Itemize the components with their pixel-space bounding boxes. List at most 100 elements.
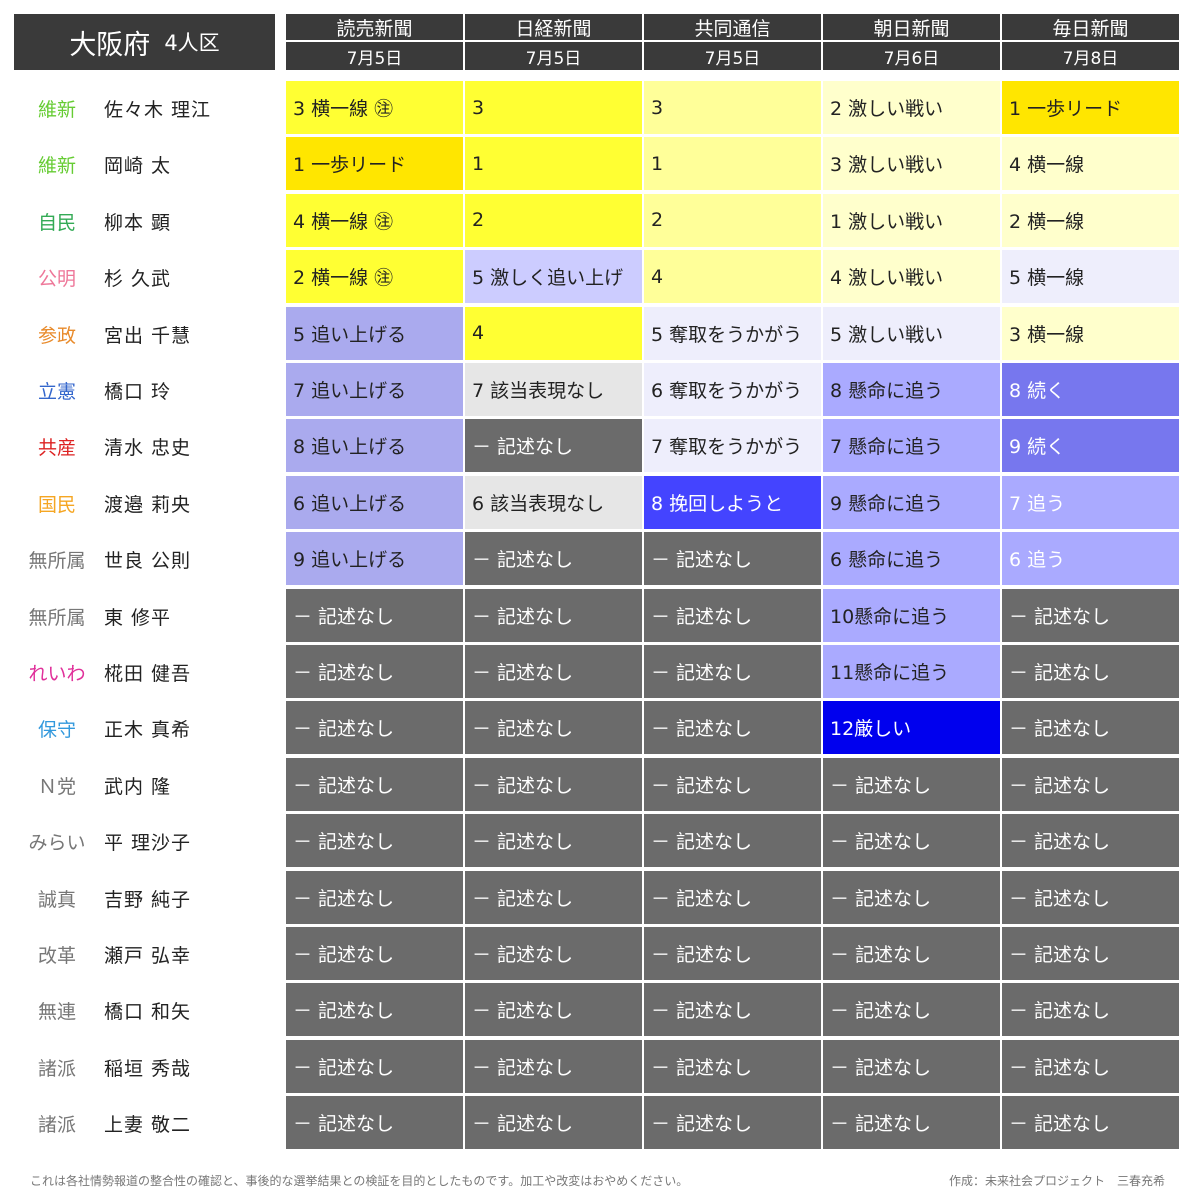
party-label: 諸派 [37,1114,76,1137]
footer-note: これは各社情勢報道の整合性の確認と、事後的な選挙結果との検証を目的としたものです… [30,1174,689,1188]
forecast-cell: － 記述なし [465,532,642,586]
party-label: れいわ [28,663,86,685]
party-label: 無所属 [28,550,86,573]
forecast-cell: 9 追い上げる [286,532,463,586]
footer-credit: 作成：未来社会プロジェクト 三春充希 [948,1174,1165,1188]
forecast-cell: 2 [644,193,821,247]
forecast-cell: － 記述なし [823,814,1000,868]
candidate-name: 岡崎 太 [104,155,172,178]
candidate-name: 世良 公則 [104,550,192,573]
forecast-cell: 5 奪取をうかがう [644,306,821,360]
forecast-cell: － 記述なし [465,757,642,811]
party-label: 改革 [37,945,76,967]
forecast-cell: － 記述なし [1002,927,1179,980]
party-label: 参政 [37,324,76,347]
forecast-cell: － 記述なし [1002,1039,1179,1093]
forecast-cell: － 記述なし [465,1096,642,1150]
candidate-name: 武内 隆 [104,775,172,798]
forecast-cell: － 記述なし [286,588,463,642]
forecast-cell: － 記述なし [1002,983,1179,1037]
forecast-cell: 6 該当表現なし [465,475,642,529]
forecast-cell: 2 激しい戦い [823,81,1000,134]
forecast-cell: － 記述なし [1002,1096,1179,1150]
forecast-cell: － 記述なし [1002,757,1179,811]
candidate-name: 佐々木 理江 [104,99,212,121]
forecast-cell: 2 横一線 ㊟ [286,250,463,304]
candidate-name: 正木 真希 [104,719,192,742]
forecast-cell: － 記述なし [823,983,1000,1037]
forecast-cell: 11懸命に追う [823,645,1000,698]
forecast-cell: 7 追い上げる [286,363,463,416]
forecast-cell: － 記述なし [823,1096,1000,1150]
party-label: みらい [28,832,86,855]
candidate-name: 橋口 玲 [104,381,172,403]
column-name: 毎日新聞 [1002,14,1179,42]
forecast-cell: － 記述なし [286,870,463,924]
forecast-cell: 7 奪取をうかがう [644,419,821,473]
column-date: 7月5日 [525,48,582,69]
forecast-cell: 1 [644,137,821,191]
forecast-cell: 6 懸命に追う [823,532,1000,586]
column-date: 7月5日 [704,48,761,69]
column-name: 共同通信 [644,14,821,42]
party-label: 公明 [37,268,76,291]
forecast-cell: － 記述なし [465,701,642,755]
candidate-name: 柳本 顕 [104,211,172,234]
column-date: 7月5日 [346,48,403,69]
page-title: 大阪府 4人区 [14,14,275,70]
forecast-cell: 8 追い上げる [286,419,463,473]
forecast-cell: 5 横一線 [1002,250,1179,304]
party-label: 無連 [37,1001,76,1024]
forecast-cell: － 記述なし [465,814,642,868]
forecast-cell: 6 追い上げる [286,475,463,529]
candidate-name: 吉野 純子 [104,888,192,911]
forecast-cell: 5 激しく追い上げ [465,250,642,304]
column-date: 7月6日 [883,48,940,69]
forecast-cell: 12厳しい [823,701,1000,755]
column-header: 共同通信 7月5日 [644,14,821,70]
forecast-cell: － 記述なし [286,927,463,980]
column-header: 毎日新聞 7月8日 [1002,14,1179,70]
candidate-name: 上妻 敬二 [104,1114,192,1137]
forecast-cell: 7 追う [1002,475,1179,529]
candidate-name: 稲垣 秀哉 [104,1057,192,1080]
forecast-cell: 6 追う [1002,532,1179,586]
title-sub: 4人区 [164,31,220,55]
forecast-cell: － 記述なし [465,1039,642,1093]
forecast-cell: － 記述なし [286,701,463,755]
forecast-cell: － 記述なし [286,645,463,698]
party-label: 国民 [37,493,76,516]
candidate-name: 渡邉 莉央 [104,493,192,516]
forecast-cell: 1 一歩リード [286,137,463,191]
forecast-cell: － 記述なし [823,1039,1000,1093]
forecast-cell: 3 [465,81,642,134]
forecast-cell: 4 激しい戦い [823,250,1000,304]
forecast-cell: － 記述なし [644,532,821,586]
forecast-cell: 3 横一線 [1002,306,1179,360]
forecast-cell: 7 該当表現なし [465,363,642,416]
forecast-cell: － 記述なし [465,645,642,698]
forecast-cell: 2 [465,193,642,247]
forecast-cell: － 記述なし [644,983,821,1037]
party-label: 維新 [37,99,76,121]
forecast-cell: － 記述なし [644,645,821,698]
candidate-name: 椛田 健吾 [104,663,192,685]
forecast-cell: － 記述なし [1002,701,1179,755]
forecast-cell: 4 [644,250,821,304]
candidate-name: 橋口 和矢 [104,1001,192,1024]
candidate-name: 平 理沙子 [104,832,192,855]
column-header: 日経新聞 7月5日 [465,14,642,70]
party-label: 維新 [37,155,76,178]
party-label: 無所属 [28,606,86,629]
forecast-cell: － 記述なし [1002,814,1179,868]
forecast-cell: － 記述なし [286,1039,463,1093]
forecast-cell: 1 激しい戦い [823,193,1000,247]
forecast-cell: 8 懸命に追う [823,363,1000,416]
candidate-name: 瀬戸 弘幸 [104,945,192,967]
candidate-name: 東 修平 [104,606,172,629]
forecast-cell: － 記述なし [644,927,821,980]
forecast-cell: 1 一歩リード [1002,81,1179,134]
forecast-cell: － 記述なし [465,419,642,473]
forecast-cell: 4 横一線 ㊟ [286,193,463,247]
forecast-cell: 1 [465,137,642,191]
